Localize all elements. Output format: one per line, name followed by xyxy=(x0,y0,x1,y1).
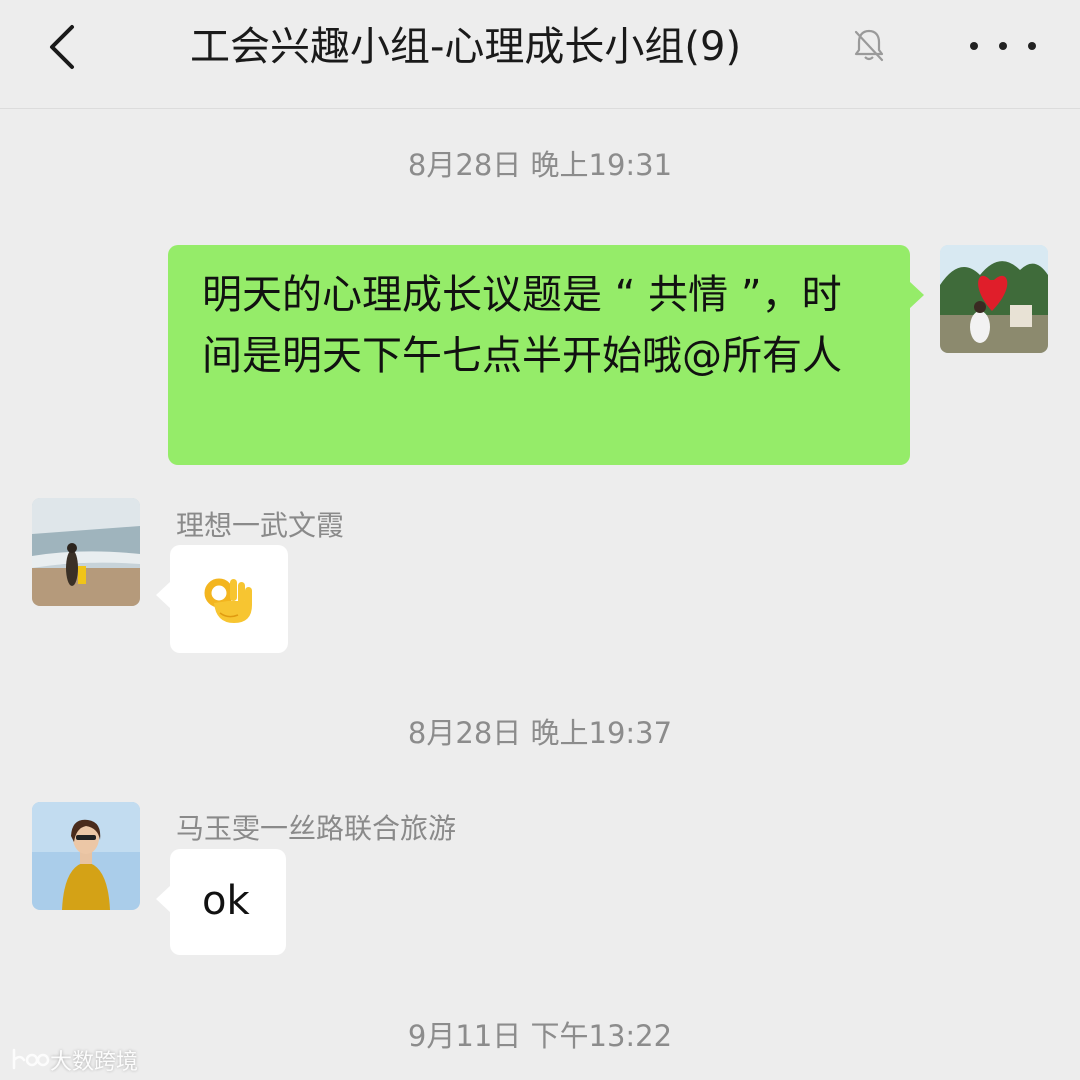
avatar-image xyxy=(32,802,140,910)
bell-muted-icon xyxy=(854,29,884,62)
ellipsis-icon-dot xyxy=(970,42,978,50)
incoming-message-text: ok xyxy=(202,878,250,924)
ok-hand-emoji-icon xyxy=(204,578,252,623)
chat-title: 工会兴趣小组-心理成长小组(9) xyxy=(190,24,742,70)
incoming-message-bubble[interactable]: ok xyxy=(156,849,286,955)
bubble-tail xyxy=(156,885,171,913)
sender-name: 理想一武文霞 xyxy=(176,509,345,542)
message-timestamp: 9月11日 下午13:22 xyxy=(407,1019,673,1053)
my-avatar[interactable] xyxy=(940,245,1048,353)
sender-avatar[interactable] xyxy=(32,498,140,606)
avatar-image xyxy=(940,245,1048,353)
message-timestamp: 8月28日 晚上19:31 xyxy=(407,148,673,182)
watermark-logo: 大数跨境 xyxy=(10,1044,138,1076)
sender-name: 马玉雯一丝路联合旅游 xyxy=(176,812,457,845)
ellipsis-icon-dot xyxy=(999,42,1007,50)
chevron-left-icon xyxy=(50,25,74,69)
avatar-image xyxy=(32,498,140,606)
outgoing-message-text: 明天的心理成长议题是 “ 共情 ”，时间是明天下午七点半开始哦@所有人 xyxy=(202,272,842,379)
watermark-logo-icon xyxy=(12,1048,50,1070)
outgoing-message-bubble[interactable]: 明天的心理成长议题是 “ 共情 ”，时间是明天下午七点半开始哦@所有人 xyxy=(168,245,924,465)
ellipsis-icon-dot xyxy=(1028,42,1036,50)
message-timestamp: 8月28日 晚上19:37 xyxy=(407,716,673,750)
sender-avatar[interactable] xyxy=(32,802,140,910)
back-button[interactable] xyxy=(36,22,86,72)
chat-header: 工会兴趣小组-心理成长小组(9) xyxy=(0,0,1080,109)
more-options-button[interactable] xyxy=(970,26,1036,66)
incoming-message-bubble[interactable] xyxy=(156,545,288,653)
bubble-tail xyxy=(156,581,171,609)
watermark-text: 大数跨境 xyxy=(50,1050,139,1075)
bubble-tail xyxy=(909,281,924,309)
